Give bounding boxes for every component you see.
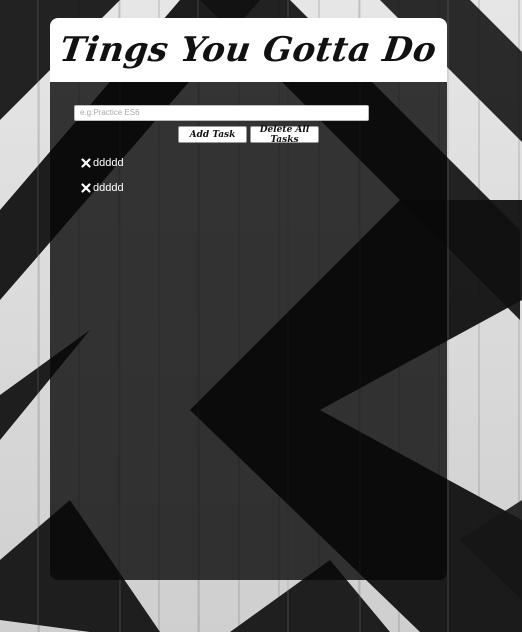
task-text: ddddd [93, 156, 124, 169]
list-item: ddddd [81, 150, 124, 175]
list-item: ddddd [81, 175, 124, 200]
page-title: Tings You Gotta Do [57, 30, 440, 70]
task-input[interactable] [74, 104, 369, 121]
add-task-button[interactable]: Add Task [178, 126, 247, 143]
input-row [74, 102, 369, 121]
button-row: Add Task Delete All Tasks [178, 125, 319, 145]
task-list: ddddd ddddd [81, 150, 124, 200]
delete-all-tasks-button[interactable]: Delete All Tasks [250, 125, 319, 145]
close-icon[interactable] [81, 182, 91, 193]
task-text: ddddd [93, 181, 124, 194]
close-icon[interactable] [81, 157, 91, 168]
todo-card: Tings You Gotta Do Add Task Delete All T… [50, 18, 447, 580]
header: Tings You Gotta Do [50, 18, 447, 82]
